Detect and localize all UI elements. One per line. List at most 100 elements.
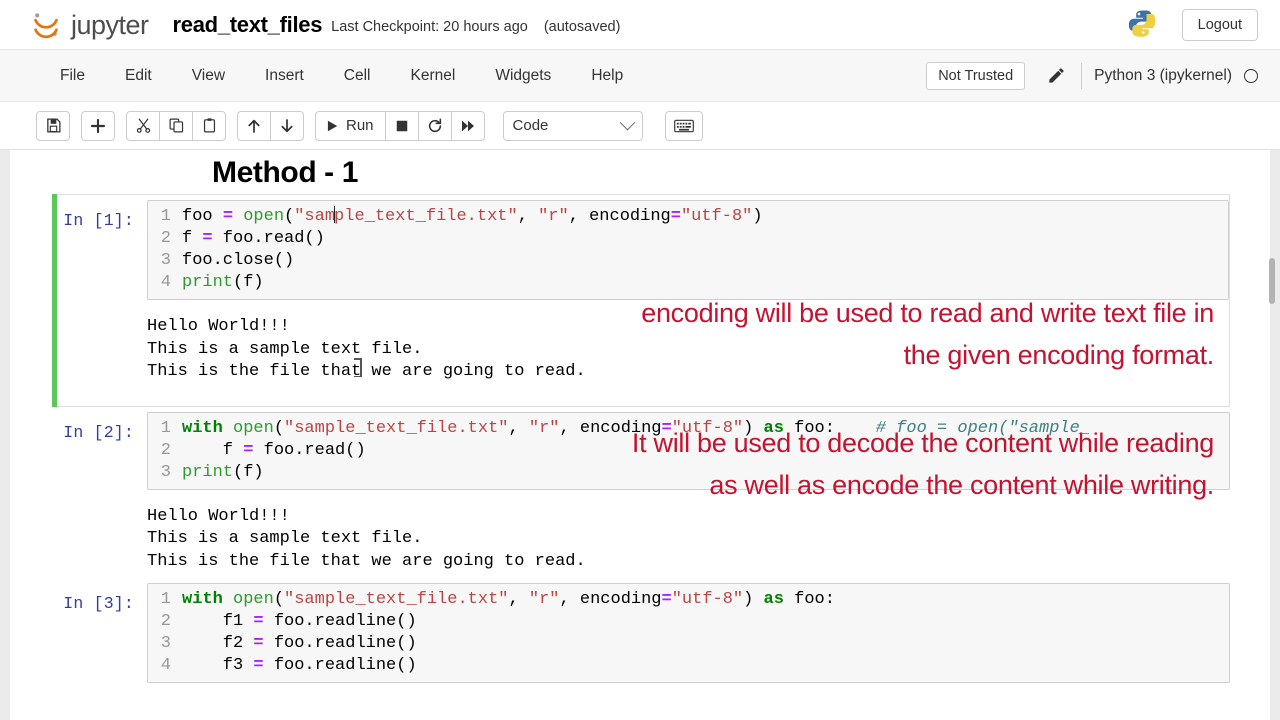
code-token-plain: f bbox=[182, 229, 203, 248]
code-line: 1 with open("sample_text_file.txt", "r", … bbox=[148, 589, 1229, 611]
line-number: 1 bbox=[160, 207, 171, 226]
code-token-str: "r" bbox=[528, 418, 560, 438]
paste-cells-button[interactable] bbox=[192, 110, 226, 141]
menu-item-file[interactable]: File bbox=[40, 59, 105, 93]
code-token-plain: f1 bbox=[182, 612, 254, 631]
code-line: 1 foo = open("sample_text_file.txt", "r",… bbox=[148, 206, 1228, 228]
line-number: 1 bbox=[160, 590, 171, 609]
interrupt-kernel-button[interactable] bbox=[384, 110, 419, 141]
stop-icon bbox=[396, 120, 407, 131]
code-lines: 1 with open("sample_text_file.txt", "r", … bbox=[148, 418, 1229, 484]
scrollbar-thumb[interactable] bbox=[1269, 258, 1275, 304]
code-token-fn: open bbox=[233, 590, 274, 609]
cell-execution-prompt: In [2]: bbox=[63, 422, 134, 442]
notebook-scroll-region[interactable]: Method - 1 In [1]: 1 foo = open("sample_te… bbox=[0, 150, 1280, 720]
code-token-str: "r" bbox=[528, 590, 560, 609]
code-token-plain: foo.read() bbox=[212, 229, 325, 248]
logout-button[interactable]: Logout bbox=[1181, 8, 1258, 41]
run-cell-button[interactable]: Run bbox=[315, 110, 386, 141]
cell-body: 1 with open("sample_text_file.txt", "r", … bbox=[147, 411, 1230, 574]
vertical-scrollbar[interactable] bbox=[1268, 150, 1276, 720]
code-token-op: = bbox=[253, 634, 264, 653]
notebook-cell-list: Method - 1 In [1]: 1 foo = open("sample_te… bbox=[0, 150, 1260, 688]
code-token-plain: foo.readline() bbox=[263, 634, 417, 653]
code-editor[interactable]: 1 with open("sample_text_file.txt", "r", … bbox=[147, 583, 1230, 683]
code-token-plain: f bbox=[182, 440, 244, 460]
autosave-status: (autosaved) bbox=[543, 18, 621, 35]
copy-cells-button[interactable] bbox=[159, 110, 193, 141]
code-lines: 1 foo = open("sample_text_file.txt", "r",… bbox=[148, 206, 1228, 294]
code-token-com: # foo = open("sample_ bbox=[875, 418, 1091, 438]
menu-item-widgets[interactable]: Widgets bbox=[475, 59, 571, 93]
code-editor[interactable]: 1 foo = open("sample_text_file.txt", "r",… bbox=[147, 200, 1229, 300]
markdown-cell[interactable]: Method - 1 bbox=[0, 156, 1260, 190]
code-cell[interactable]: In [1]: 1 foo = open("sample_text_file.txt… bbox=[52, 194, 1230, 407]
code-token-str: "utf-8" bbox=[671, 418, 744, 438]
code-token-plain: ) bbox=[743, 418, 764, 438]
code-token-plain: , bbox=[508, 418, 529, 438]
code-editor[interactable]: 1 with open("sample_text_file.txt", "r", … bbox=[147, 411, 1230, 490]
menu-item-help[interactable]: Help bbox=[571, 59, 643, 93]
restart-and-run-all-button[interactable] bbox=[450, 110, 485, 141]
code-token-op: = bbox=[253, 612, 264, 631]
code-token-plain: ( bbox=[273, 418, 285, 438]
code-line: 2 f1 = foo.readline() bbox=[148, 611, 1229, 633]
code-token-fn: print bbox=[182, 462, 234, 482]
code-line: 2f = foo.read() bbox=[148, 228, 1228, 250]
code-cell[interactable]: In [2]: 1 with open("sample_text_file.txt"… bbox=[52, 407, 1230, 579]
code-lines: 1 with open("sample_text_file.txt", "r", … bbox=[148, 589, 1229, 677]
code-token-plain: ( bbox=[273, 590, 285, 609]
code-text: foo = open("sample_text_file.txt", "r", … bbox=[182, 206, 1228, 228]
command-palette-button[interactable] bbox=[664, 110, 703, 141]
cut-cells-button[interactable] bbox=[126, 110, 160, 141]
menubar-divider bbox=[1081, 62, 1083, 89]
restart-kernel-button[interactable] bbox=[417, 110, 452, 141]
code-token-op: = bbox=[661, 590, 672, 609]
insert-cell-below-button[interactable] bbox=[81, 110, 115, 141]
move-cell-down-button[interactable] bbox=[270, 110, 304, 141]
save-button[interactable] bbox=[36, 110, 70, 141]
code-token-plain: foo.readline() bbox=[263, 612, 417, 631]
last-checkpoint-label: Last Checkpoint: 20 hours ago bbox=[331, 18, 528, 35]
jupyter-logo[interactable]: jupyter bbox=[30, 9, 149, 41]
menu-item-view[interactable]: View bbox=[172, 59, 245, 93]
line-number: 4 bbox=[160, 273, 171, 292]
code-token-plain: , encoding bbox=[559, 590, 662, 609]
fast-forward-icon bbox=[461, 120, 474, 131]
code-token-plain: foo.readline() bbox=[263, 656, 417, 675]
code-token-plain: foo.read() bbox=[253, 440, 366, 460]
scissors-icon bbox=[136, 118, 150, 133]
code-line: 4 print(f) bbox=[148, 272, 1228, 294]
code-token-str: "utf-8" bbox=[680, 207, 753, 226]
code-token-op: = bbox=[670, 207, 681, 226]
line-number: 3 bbox=[160, 634, 171, 653]
code-token-fn: open bbox=[233, 418, 274, 438]
menu-item-insert[interactable]: Insert bbox=[245, 59, 324, 93]
cell-type-dropdown[interactable]: Code bbox=[502, 110, 643, 141]
kernel-idle-icon bbox=[1244, 68, 1258, 83]
keyboard-icon bbox=[673, 119, 694, 132]
toolbar-group-clipboard bbox=[126, 110, 226, 141]
code-token-plain: f3 bbox=[182, 656, 254, 675]
code-token-plain: , encoding bbox=[559, 418, 662, 438]
menu-item-cell[interactable]: Cell bbox=[324, 59, 391, 93]
line-number: 1 bbox=[160, 418, 171, 438]
play-icon bbox=[327, 120, 338, 131]
code-cell[interactable]: In [3]: 1 with open("sample_text_file.txt"… bbox=[52, 578, 1230, 688]
trust-status-badge[interactable]: Not Trusted bbox=[926, 61, 1026, 90]
code-token-str: "r" bbox=[538, 207, 569, 226]
code-token-str: "sample_text_file.txt" bbox=[294, 206, 518, 226]
move-cell-up-button[interactable] bbox=[237, 110, 271, 141]
menu-item-kernel[interactable]: Kernel bbox=[391, 59, 476, 93]
code-token-plain: foo bbox=[182, 207, 223, 226]
line-number: 2 bbox=[160, 612, 171, 631]
edit-trust-button[interactable] bbox=[1039, 62, 1073, 90]
notebook-name[interactable]: read_text_files bbox=[173, 12, 323, 38]
restart-icon bbox=[428, 118, 441, 132]
code-token-kw: with bbox=[182, 418, 223, 438]
chevron-down-icon bbox=[619, 114, 635, 131]
code-token-plain: ( bbox=[284, 207, 295, 226]
header-right-group: Logout bbox=[1126, 8, 1258, 42]
menu-item-edit[interactable]: Edit bbox=[105, 59, 172, 93]
